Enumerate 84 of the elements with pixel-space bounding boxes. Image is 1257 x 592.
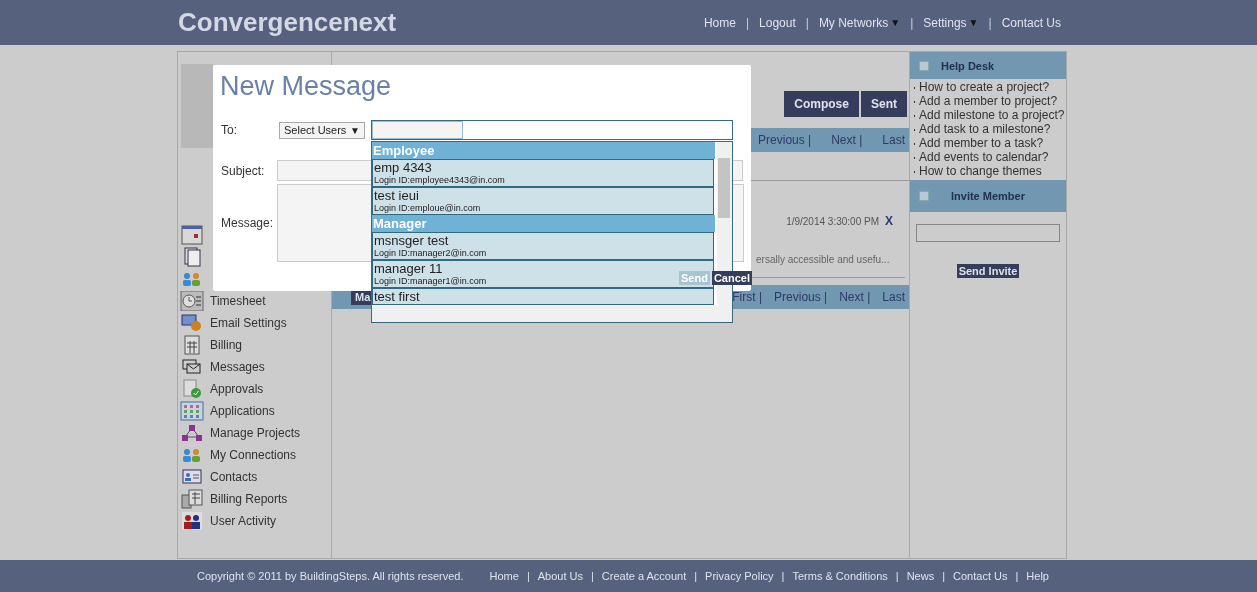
pager-link[interactable]: Next | <box>831 133 863 147</box>
footer-link[interactable]: Contact Us <box>953 570 1008 582</box>
sidebar-item[interactable]: Manage Projects <box>210 426 301 440</box>
footer-separator: | <box>895 570 899 582</box>
dialog-title: New Message <box>220 71 393 102</box>
panel-header[interactable]: Invite Member <box>910 180 1066 212</box>
panel-header[interactable]: Help Desk <box>910 52 1066 79</box>
footer-separator: | <box>781 570 785 582</box>
message-label: Message: <box>220 216 275 230</box>
footer-separator: | <box>591 570 594 582</box>
contact-card-icon <box>180 467 204 487</box>
group-header: Manager <box>372 215 716 232</box>
sidebar-item[interactable]: Approvals <box>210 382 264 396</box>
footer-link[interactable]: About Us <box>537 570 583 582</box>
sidebar-item[interactable]: User Activity <box>210 514 276 528</box>
select-users-dropdown[interactable]: Select Users ▼ <box>279 121 365 139</box>
sidebar-item[interactable]: My Connections <box>210 448 297 462</box>
sidebar-item[interactable]: Applications <box>210 404 275 418</box>
footer-separator: | <box>526 570 530 582</box>
pager-link[interactable]: Previous | <box>758 133 812 147</box>
sidebar-item[interactable]: Email Settings <box>210 316 287 330</box>
user-option[interactable]: emp 4343 Login ID:employee4343@in.com <box>372 159 715 187</box>
help-topic-link[interactable]: Add member to a task? <box>919 136 1044 150</box>
message-snippet: ersally accessible and usefu... <box>756 254 891 265</box>
calculator-table-icon <box>180 489 204 509</box>
help-topic-link[interactable]: Add milestone to a project? <box>919 108 1065 122</box>
pager-link[interactable]: First | <box>732 290 763 304</box>
grid-icon <box>180 401 204 421</box>
pager-link[interactable]: Next | <box>839 290 871 304</box>
document-check-icon <box>180 379 204 399</box>
horizontal-scrollbar[interactable] <box>372 306 732 322</box>
inbox-button[interactable]: Compose <box>784 91 859 117</box>
user-option[interactable]: test ieui Login ID:emploue@in.com <box>372 187 715 215</box>
pager-link[interactable]: Previous | <box>774 290 828 304</box>
sidebar-item[interactable]: Contacts <box>210 470 258 484</box>
help-topic-link[interactable]: Add a member to project? <box>919 94 1058 108</box>
nav-link[interactable]: My Networks ▼ <box>818 15 901 30</box>
pager-link[interactable]: Last <box>882 290 905 304</box>
footer-link[interactable]: Home <box>489 570 519 582</box>
site-logo[interactable]: Convergencenext <box>178 7 704 38</box>
clock-list-icon <box>180 291 204 311</box>
footer-link[interactable]: Create a Account <box>601 570 687 582</box>
user-option[interactable]: msnsger test Login ID:manager2@in.com <box>372 232 715 260</box>
nav-link[interactable]: Settings ▼ <box>923 15 979 30</box>
nav-separator: | <box>988 15 992 30</box>
footer-separator: | <box>1015 570 1019 582</box>
hierarchy-icon <box>180 423 204 443</box>
cancel-button[interactable]: Cancel <box>711 271 752 285</box>
nav-link[interactable]: Logout <box>759 15 796 30</box>
users-icon <box>180 511 204 531</box>
nav-separator: | <box>805 15 809 30</box>
subject-label: Subject: <box>220 163 266 178</box>
sidebar-item[interactable]: Billing Reports <box>210 492 288 506</box>
help-topic-link[interactable]: Add events to calendar? <box>919 150 1049 164</box>
footer-link[interactable]: Help <box>1026 570 1049 582</box>
envelopes-icon <box>180 357 204 377</box>
sidebar-item[interactable]: Timesheet <box>210 294 266 308</box>
nav-link[interactable]: Home <box>703 15 736 30</box>
footer-separator: | <box>942 570 946 582</box>
group-header: Employee <box>372 142 716 159</box>
help-topic-link[interactable]: How to change themes <box>919 164 1042 178</box>
pager-link[interactable]: Last <box>882 133 905 147</box>
help-topic-link[interactable]: Add task to a milestone? <box>919 122 1051 136</box>
to-label: To: <box>220 123 238 137</box>
invite-input-field[interactable] <box>916 224 1060 242</box>
nav-separator: | <box>745 15 750 30</box>
nav-separator: | <box>910 15 914 30</box>
calendar-icon <box>180 225 204 245</box>
help-topic-link[interactable]: How to create a project? <box>919 80 1050 94</box>
message-date: 1/9/2014 3:30:00 PM <box>786 215 879 227</box>
footer-link[interactable]: Terms & Conditions <box>792 570 888 582</box>
recipient-field[interactable] <box>371 120 733 140</box>
inbox-button[interactable]: Sent <box>861 91 907 117</box>
footer-separator: | <box>694 570 698 582</box>
envelope-gear-icon <box>180 313 204 333</box>
footer-link[interactable]: News <box>906 570 935 582</box>
copyright-text: Copyright © 2011 by BuildingSteps. All rights reserved. <box>197 570 464 582</box>
footer-link[interactable]: Privacy Policy <box>705 570 774 582</box>
user-option[interactable]: test first <box>372 288 715 305</box>
nav-link[interactable]: Contact Us <box>1001 15 1061 30</box>
send-invite-button[interactable]: Send Invite <box>956 264 1020 278</box>
sidebar-item[interactable]: Billing <box>210 338 242 352</box>
delete-link[interactable]: X <box>885 214 893 228</box>
sidebar-item[interactable]: Messages <box>210 360 265 374</box>
